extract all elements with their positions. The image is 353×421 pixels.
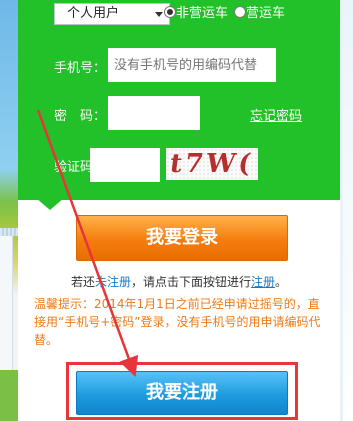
phone-input[interactable] (108, 48, 276, 82)
tip-text: 温馨提示：2014年1月1日之前已经申请过摇号的，直接用“手机号+密码”登录，没… (34, 297, 321, 347)
radio-commercial[interactable]: 营运车 (234, 4, 285, 24)
register-link[interactable]: 注册 (251, 275, 275, 289)
user-type-select[interactable]: 个人用户 (54, 3, 170, 25)
captcha-input[interactable] (90, 148, 160, 182)
radio-non-commercial[interactable]: 非营运车 (164, 4, 228, 24)
radio-commercial-label: 营运车 (246, 6, 286, 21)
password-label: 密 码： (54, 109, 107, 124)
radio-non-commercial-label: 非营运车 (176, 6, 229, 21)
login-button[interactable]: 我要登录 (76, 215, 288, 261)
register-button[interactable]: 我要注册 (76, 371, 288, 415)
background-grass (0, 370, 18, 421)
captcha-image[interactable]: t7W( (166, 148, 258, 180)
radio-unchecked-icon[interactable] (234, 6, 246, 18)
password-input[interactable] (108, 96, 200, 130)
forgot-password-link[interactable]: 忘记密码 (250, 105, 302, 124)
background-side-panel (0, 236, 13, 370)
background-decoration (0, 228, 18, 236)
chevron-down-icon (155, 12, 163, 17)
captcha-image-text: t7W( (167, 149, 256, 179)
radio-checked-icon[interactable] (164, 6, 176, 18)
user-type-value: 个人用户 (67, 6, 120, 21)
background-right-edge (343, 0, 353, 421)
register-prompt-suffix: 。 (275, 275, 288, 289)
panel-pointer (36, 198, 64, 210)
unregistered-link[interactable]: 未注册 (95, 275, 131, 289)
register-prompt: 若还未注册，请点击下面按钮进行注册。 (18, 273, 340, 290)
phone-label: 手机号： (54, 61, 107, 76)
register-prompt-prefix: 若还 (70, 275, 95, 289)
register-prompt-middle: ，请点击下面按钮进行 (130, 275, 251, 289)
